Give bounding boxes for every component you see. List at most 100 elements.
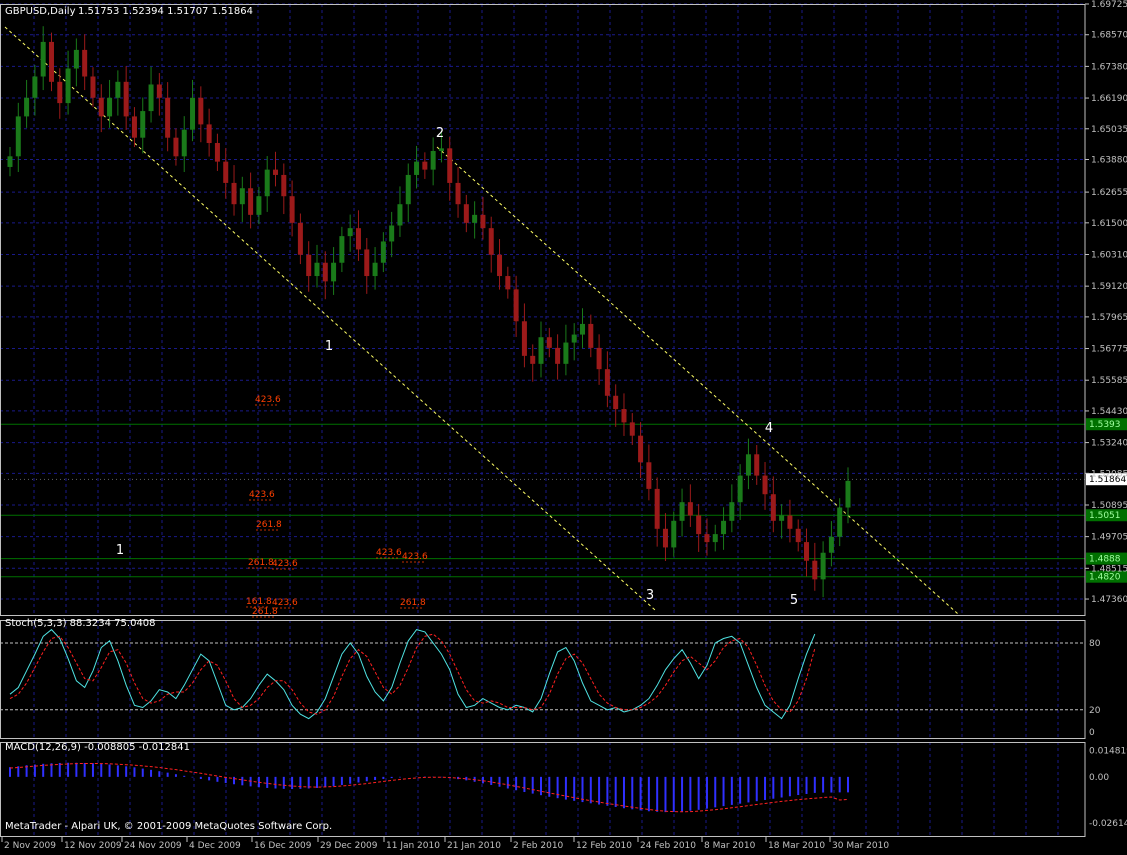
x-tick-label: 2 Feb 2010	[513, 841, 564, 851]
candle-bear	[770, 494, 776, 521]
header-ohlc: 1.51753 1.52394 1.51707 1.51864	[78, 6, 253, 17]
candle-bull	[347, 228, 353, 237]
x-tick-label: 24 Feb 2010	[640, 841, 696, 851]
candle-bear	[156, 84, 162, 98]
fib-label: 423.6	[272, 559, 298, 569]
candle-bear	[621, 409, 627, 423]
candle-bull	[339, 236, 345, 263]
wave-label: 5	[790, 593, 798, 608]
candle-bull	[372, 262, 378, 277]
candle-bear	[231, 182, 237, 205]
candle-bull	[837, 507, 843, 537]
candle-bear	[638, 435, 644, 463]
candle-bull	[820, 552, 826, 580]
price-level-label: 1.4888	[1089, 555, 1121, 565]
price-level-label: 1.5393	[1089, 420, 1121, 430]
candle-bear	[98, 97, 104, 117]
candle-bull	[679, 502, 685, 521]
x-tick-label: 2 Nov 2009	[4, 841, 56, 851]
y-tick-label: 1.50895	[1091, 501, 1127, 511]
candle-bear	[206, 124, 212, 144]
candle-bull	[331, 262, 337, 282]
candle-bull	[438, 148, 444, 151]
candle-bear	[505, 276, 511, 290]
candle-bull	[579, 323, 585, 335]
fib-label: 161.8	[246, 597, 272, 607]
candle-bear	[704, 534, 710, 543]
fib-label: 423.6	[255, 395, 281, 405]
candle-bear	[273, 169, 279, 175]
y-tick-label: 1.52085	[1091, 469, 1127, 479]
macd-y-tick-label: 0.00	[1089, 773, 1109, 783]
fib-label: 261.8	[248, 558, 274, 568]
candle-bull	[239, 188, 245, 205]
x-tick-label: 30 Mar 2010	[832, 841, 889, 851]
y-tick-label: 1.65035	[1091, 125, 1127, 135]
y-tick-label: 1.68570	[1091, 31, 1127, 41]
x-tick-label: 11 Jan 2010	[386, 841, 440, 851]
stoch-title: Stoch(5,3,3) 88.3234 75.0408	[5, 618, 156, 629]
candle-bear	[762, 475, 768, 495]
candle-bear	[463, 204, 469, 223]
candle-bear	[480, 214, 486, 229]
candle-bear	[754, 454, 760, 476]
candle-bull	[380, 241, 386, 263]
y-tick-label: 1.61500	[1091, 219, 1127, 229]
candle-bull	[538, 337, 544, 364]
fib-label: 423.6	[376, 548, 402, 558]
candle-bull	[729, 502, 735, 521]
candle-bear	[687, 502, 693, 516]
candle-bull	[712, 534, 718, 543]
wave-label: 4	[765, 421, 773, 436]
macd-y-tick-label: 0.014819	[1089, 747, 1127, 757]
x-tick-label: 12 Nov 2009	[64, 841, 122, 851]
candle-bear	[447, 148, 453, 183]
candle-bear	[455, 182, 461, 205]
x-tick-label: 29 Dec 2009	[320, 841, 378, 851]
candle-bear	[812, 560, 818, 580]
candle-bear	[289, 196, 295, 223]
candle-bull	[563, 342, 569, 364]
candle-bull	[314, 262, 320, 277]
y-tick-label: 1.54430	[1091, 407, 1127, 417]
y-tick-label: 1.47360	[1091, 595, 1127, 605]
candle-bull	[779, 515, 785, 521]
candle-bear	[281, 174, 287, 197]
candle-bull	[190, 97, 196, 130]
candle-bear	[795, 528, 801, 543]
candle-bear	[555, 347, 561, 364]
x-tick-label: 24 Nov 2009	[124, 841, 182, 851]
candle-bear	[596, 347, 602, 370]
wave-label: 1	[325, 339, 333, 354]
candle-bear	[90, 76, 96, 98]
candle-bear	[297, 222, 303, 255]
candle-bear	[629, 422, 635, 436]
y-tick-label: 1.62655	[1091, 188, 1127, 198]
macd-y-tick-label: -0.026147	[1089, 819, 1127, 829]
candle-bear	[497, 254, 503, 277]
candle-bear	[662, 528, 668, 548]
candle-bear	[173, 137, 179, 157]
candle-bear	[488, 228, 494, 255]
trading-chart[interactable]: 1.53931.50511.48881.48201.51864 12345142…	[0, 0, 1127, 855]
x-tick-label: 18 Mar 2010	[768, 841, 825, 851]
y-tick-label: 1.56775	[1091, 345, 1127, 355]
candle-bear	[654, 488, 660, 529]
macd-title: MACD(12,26,9) -0.008805 -0.012841	[5, 742, 190, 753]
x-tick-label: 12 Feb 2010	[576, 841, 632, 851]
candle-bear	[131, 116, 137, 138]
candle-bull	[40, 41, 46, 77]
candle-bear	[804, 542, 810, 561]
y-tick-label: 1.48515	[1091, 564, 1127, 574]
candle-bull	[181, 129, 187, 157]
fib-label: 261.8	[400, 598, 426, 608]
candle-bear	[48, 41, 54, 82]
y-tick-label: 1.59120	[1091, 282, 1127, 292]
candle-bear	[322, 262, 328, 282]
candle-bull	[571, 334, 577, 343]
fib-label: 423.6	[402, 552, 428, 562]
wave-label: 2	[436, 126, 444, 141]
stoch-y-tick-label: 80	[1089, 639, 1101, 649]
candle-bear	[123, 81, 129, 117]
x-tick-label: 4 Dec 2009	[189, 841, 241, 851]
